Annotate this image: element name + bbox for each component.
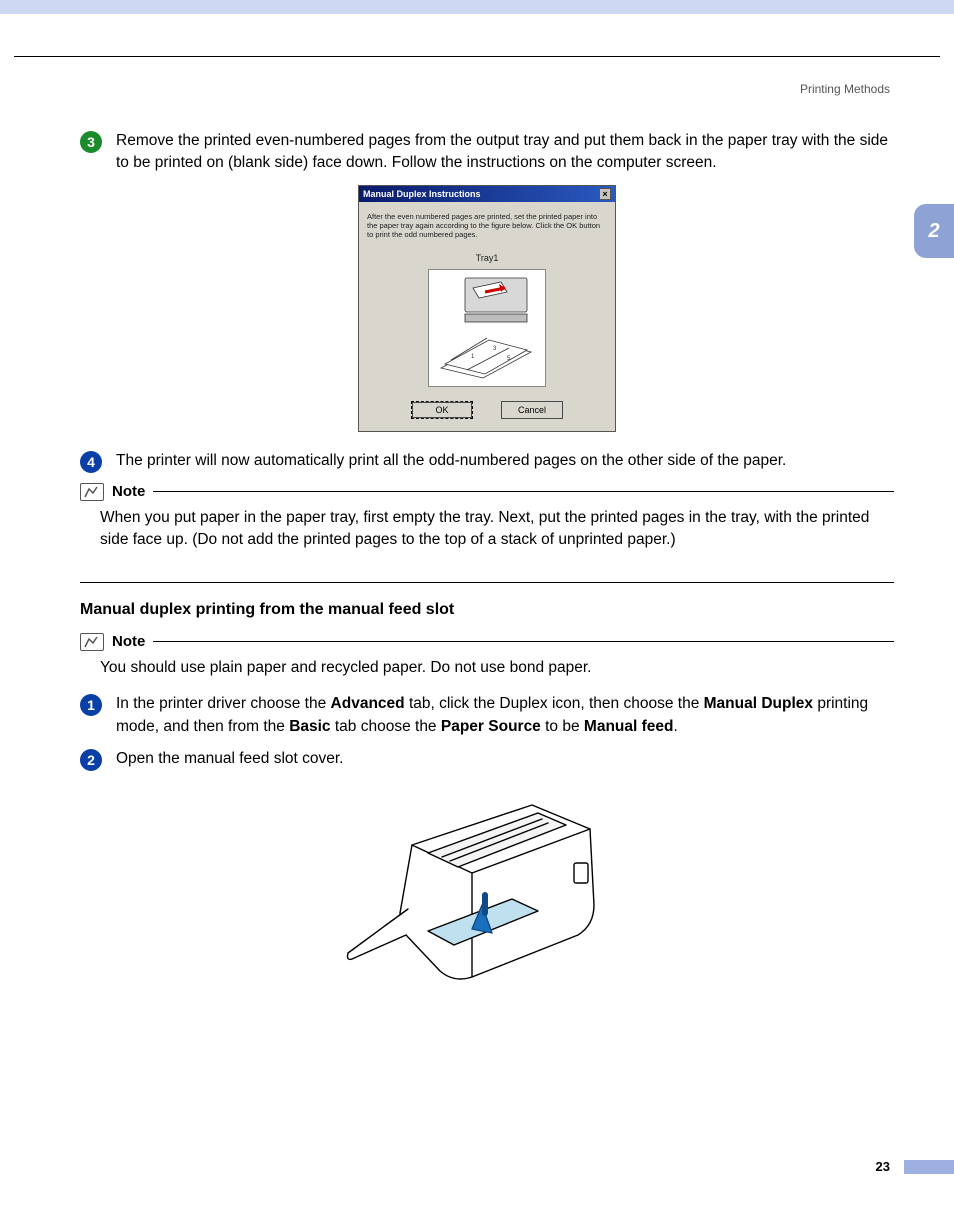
t: Paper Source — [441, 718, 541, 735]
t: In the printer driver choose the — [116, 695, 331, 712]
t: Manual feed — [584, 718, 674, 735]
note-label: Note — [112, 483, 145, 500]
section-heading: Manual duplex printing from the manual f… — [80, 601, 894, 619]
dialog-tray-label: Tray1 — [367, 253, 607, 263]
step-badge-4: 4 — [80, 451, 102, 473]
step-badge-2b: 2 — [80, 749, 102, 771]
step-2b-text: Open the manual feed slot cover. — [116, 748, 343, 771]
note-1-text: When you put paper in the paper tray, fi… — [80, 507, 894, 552]
t: tab choose the — [331, 718, 441, 735]
note-2: Note You should use plain paper and recy… — [80, 633, 894, 679]
dialog-titlebar: Manual Duplex Instructions × — [359, 186, 615, 202]
page-number: 23 — [876, 1159, 890, 1174]
note-2-text: You should use plain paper and recycled … — [80, 657, 894, 679]
t: Advanced — [331, 695, 405, 712]
dialog-illustration: 1 3 5 — [428, 269, 546, 387]
t: . — [673, 718, 677, 735]
dialog-buttons: OK Cancel — [367, 401, 607, 419]
step-1b-text: In the printer driver choose the Advance… — [116, 693, 894, 738]
t: to be — [541, 718, 584, 735]
dialog-figure: Manual Duplex Instructions × After the e… — [80, 185, 894, 432]
header-rule — [14, 56, 940, 57]
main-content: 3 Remove the printed even-numbered pages… — [80, 130, 894, 995]
step-3: 3 Remove the printed even-numbered pages… — [80, 130, 894, 175]
section-divider — [80, 582, 894, 583]
dialog-message: After the even numbered pages are printe… — [367, 212, 607, 239]
manual-duplex-dialog: Manual Duplex Instructions × After the e… — [358, 185, 616, 432]
step-2b: 2 Open the manual feed slot cover. — [80, 748, 894, 771]
step-1b: 1 In the printer driver choose the Advan… — [80, 693, 894, 738]
note-icon — [80, 633, 104, 651]
top-band — [0, 0, 954, 14]
dialog-title: Manual Duplex Instructions — [363, 189, 481, 199]
t: Manual Duplex — [704, 695, 813, 712]
note-label: Note — [112, 633, 145, 650]
t: tab, click the Duplex icon, then choose … — [405, 695, 704, 712]
note-rule — [153, 641, 894, 642]
step-badge-1b: 1 — [80, 694, 102, 716]
close-icon[interactable]: × — [599, 188, 611, 200]
printer-illustration — [80, 785, 894, 995]
note-1: Note When you put paper in the paper tra… — [80, 483, 894, 552]
chapter-tab: 2 — [914, 204, 954, 258]
step-3-text: Remove the printed even-numbered pages f… — [116, 130, 894, 175]
cancel-button[interactable]: Cancel — [501, 401, 563, 419]
note-icon — [80, 483, 104, 501]
ok-button[interactable]: OK — [411, 401, 473, 419]
header-section: Printing Methods — [800, 82, 890, 96]
step-badge-3: 3 — [80, 131, 102, 153]
note-rule — [153, 491, 894, 492]
t: Basic — [289, 718, 330, 735]
step-4-text: The printer will now automatically print… — [116, 450, 786, 473]
page-number-bar — [904, 1160, 954, 1174]
dialog-body: After the even numbered pages are printe… — [359, 202, 615, 431]
step-4: 4 The printer will now automatically pri… — [80, 450, 894, 473]
